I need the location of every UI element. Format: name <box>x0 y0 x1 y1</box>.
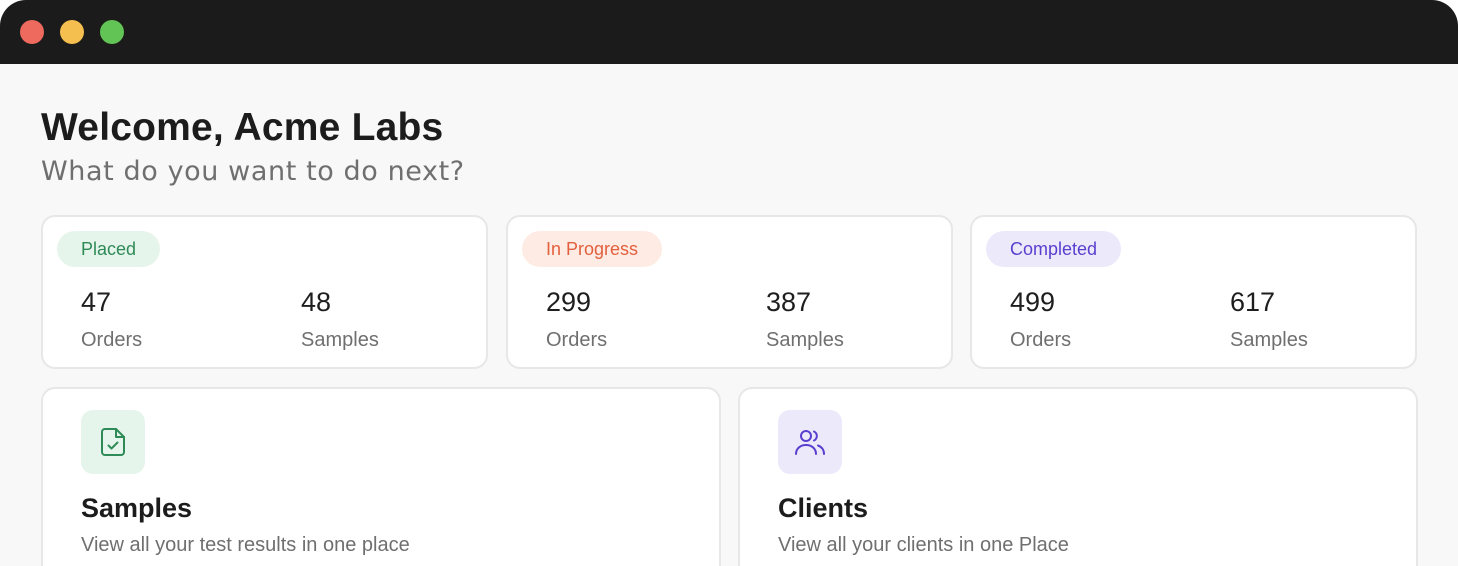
metric-orders: 47 Orders <box>81 287 142 352</box>
orders-count: 47 <box>81 287 112 317</box>
orders-count: 299 <box>546 287 592 317</box>
samples-card-description: View all your test results in one place <box>81 534 410 556</box>
orders-count: 499 <box>1010 287 1056 317</box>
metric-orders: 299 Orders <box>546 287 607 352</box>
metric-samples: 48 Samples <box>301 287 379 352</box>
clients-card-description: View all your clients in one Place <box>778 534 1069 556</box>
metric-samples: 387 Samples <box>766 287 844 352</box>
status-badge-completed: Completed <box>986 231 1122 267</box>
clients-card[interactable]: Clients View all your clients in one Pla… <box>738 387 1418 566</box>
status-badge-placed: Placed <box>57 231 161 267</box>
title-bar <box>0 0 1458 64</box>
page-title: Welcome, Acme Labs <box>41 106 444 149</box>
metric-orders: 499 Orders <box>1010 287 1071 352</box>
samples-label: Samples <box>766 329 844 351</box>
orders-label: Orders <box>81 329 143 351</box>
maximize-window-button[interactable] <box>100 20 124 44</box>
stat-card-in-progress[interactable]: In Progress 299 Orders 387 Samples <box>506 215 953 369</box>
samples-count: 387 <box>766 287 812 317</box>
samples-card[interactable]: Samples View all your test results in on… <box>41 387 721 566</box>
samples-label: Samples <box>301 329 379 351</box>
close-window-button[interactable] <box>20 20 44 44</box>
stat-card-completed[interactable]: Completed 499 Orders 617 Samples <box>970 215 1417 369</box>
samples-count: 48 <box>301 287 332 317</box>
stat-card-placed[interactable]: Placed 47 Orders 48 Samples <box>41 215 488 369</box>
document-check-icon <box>81 410 145 474</box>
status-badge-in-progress: In Progress <box>522 231 663 267</box>
metric-samples: 617 Samples <box>1230 287 1308 352</box>
clients-card-title: Clients <box>778 493 869 523</box>
page-subtitle: What do you want to do next? <box>41 156 465 187</box>
dashboard-content: Welcome, Acme Labs What do you want to d… <box>0 64 1458 566</box>
app-window: Welcome, Acme Labs What do you want to d… <box>0 0 1458 566</box>
samples-card-title: Samples <box>81 493 193 523</box>
samples-label: Samples <box>1230 329 1308 351</box>
samples-count: 617 <box>1230 287 1276 317</box>
orders-label: Orders <box>1010 329 1072 351</box>
orders-label: Orders <box>546 329 608 351</box>
users-icon <box>778 410 842 474</box>
minimize-window-button[interactable] <box>60 20 84 44</box>
